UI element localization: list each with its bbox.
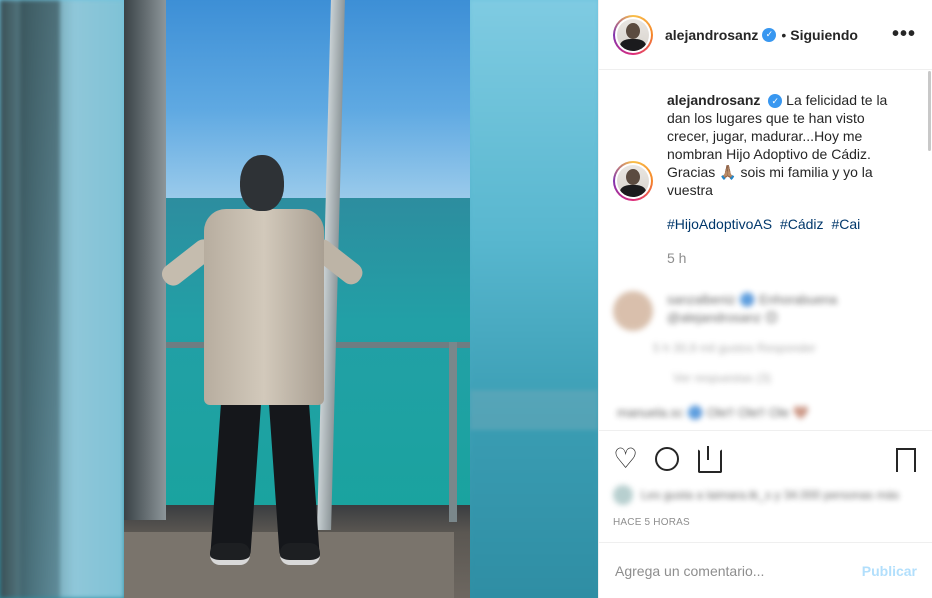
avatar-photo — [617, 165, 649, 197]
comments-scrollbar[interactable] — [928, 71, 931, 151]
view-replies-link[interactable]: Ver respuestas (3) — [673, 371, 917, 385]
post-caption: alejandrosanz ✓ La felicidad te la dan l… — [613, 91, 917, 267]
post-timestamp: HACE 5 HORAS — [613, 517, 690, 528]
author-avatar[interactable] — [613, 14, 653, 55]
photo-man-at-window — [124, 0, 470, 598]
post-header: alejandrosanz ✓ • Siguiendo ••• — [599, 0, 932, 70]
jacket — [204, 209, 324, 405]
left-shoe — [210, 543, 250, 565]
publish-button[interactable]: Publicar — [862, 563, 917, 579]
bookmark-icon[interactable] — [891, 446, 917, 472]
post-photo[interactable] — [0, 0, 598, 598]
share-icon[interactable] — [695, 446, 722, 473]
comment-text: sanzalbeniz 🔵 Enhorabuena @alejandrosanz… — [667, 292, 838, 325]
likes-text: Les gusta a laimara.tk_s y 34.000 person… — [641, 488, 900, 502]
comment-item: sanzalbeniz 🔵 Enhorabuena @alejandrosanz… — [613, 291, 917, 355]
blurred-background-right — [470, 0, 598, 598]
blurred-background-left — [0, 0, 124, 598]
person-silhouette — [144, 155, 367, 585]
following-button[interactable]: Siguiendo — [790, 27, 858, 43]
header-separator: • — [781, 26, 787, 43]
author-username[interactable]: alejandrosanz — [665, 27, 758, 43]
caption-username[interactable]: alejandrosanz — [667, 92, 760, 108]
blurred-comments: sanzalbeniz 🔵 Enhorabuena @alejandrosanz… — [613, 291, 917, 421]
balcony-post — [449, 342, 457, 522]
verified-badge-icon: ✓ — [762, 27, 777, 42]
comment-input[interactable] — [615, 562, 862, 579]
hashtag-link[interactable]: #Cai — [831, 216, 860, 232]
right-leg — [268, 393, 320, 557]
more-options-icon[interactable]: ••• — [892, 23, 916, 46]
heart-icon[interactable] — [613, 446, 639, 472]
caption-time: 5 h — [667, 250, 687, 266]
liker-avatar — [613, 485, 633, 505]
comment-item-next: manuela.sc 🔵 Ole!! Ole!! Ole 🤎 — [617, 405, 810, 420]
comment-meta: 5 h 30,9 mil gustos Responder — [653, 341, 816, 355]
commenter-avatar[interactable] — [613, 291, 653, 331]
caption-avatar[interactable] — [613, 161, 653, 201]
hashtag-link[interactable]: #Cádiz — [780, 216, 824, 232]
caption-body: alejandrosanz ✓ La felicidad te la dan l… — [667, 91, 893, 267]
action-icons-row — [613, 439, 917, 479]
comments-section[interactable]: alejandrosanz ✓ La felicidad te la dan l… — [599, 71, 932, 431]
comment-icon[interactable] — [655, 447, 679, 471]
right-shoe — [280, 543, 320, 565]
left-leg — [210, 393, 262, 557]
post-actions: Les gusta a laimara.tk_s y 34.000 person… — [599, 430, 932, 528]
post-side-panel: alejandrosanz ✓ • Siguiendo ••• alejandr… — [598, 0, 932, 598]
head — [240, 155, 284, 211]
hashtag-link[interactable]: #HijoAdoptivoAS — [667, 216, 772, 232]
legs — [210, 393, 320, 557]
avatar-photo — [617, 18, 649, 51]
likes-summary[interactable]: Les gusta a laimara.tk_s y 34.000 person… — [613, 485, 917, 505]
verified-badge-icon: ✓ — [768, 94, 783, 109]
hashtags: #HijoAdoptivoAS #Cádiz #Cai — [667, 215, 893, 233]
add-comment-bar: Publicar — [599, 542, 932, 598]
